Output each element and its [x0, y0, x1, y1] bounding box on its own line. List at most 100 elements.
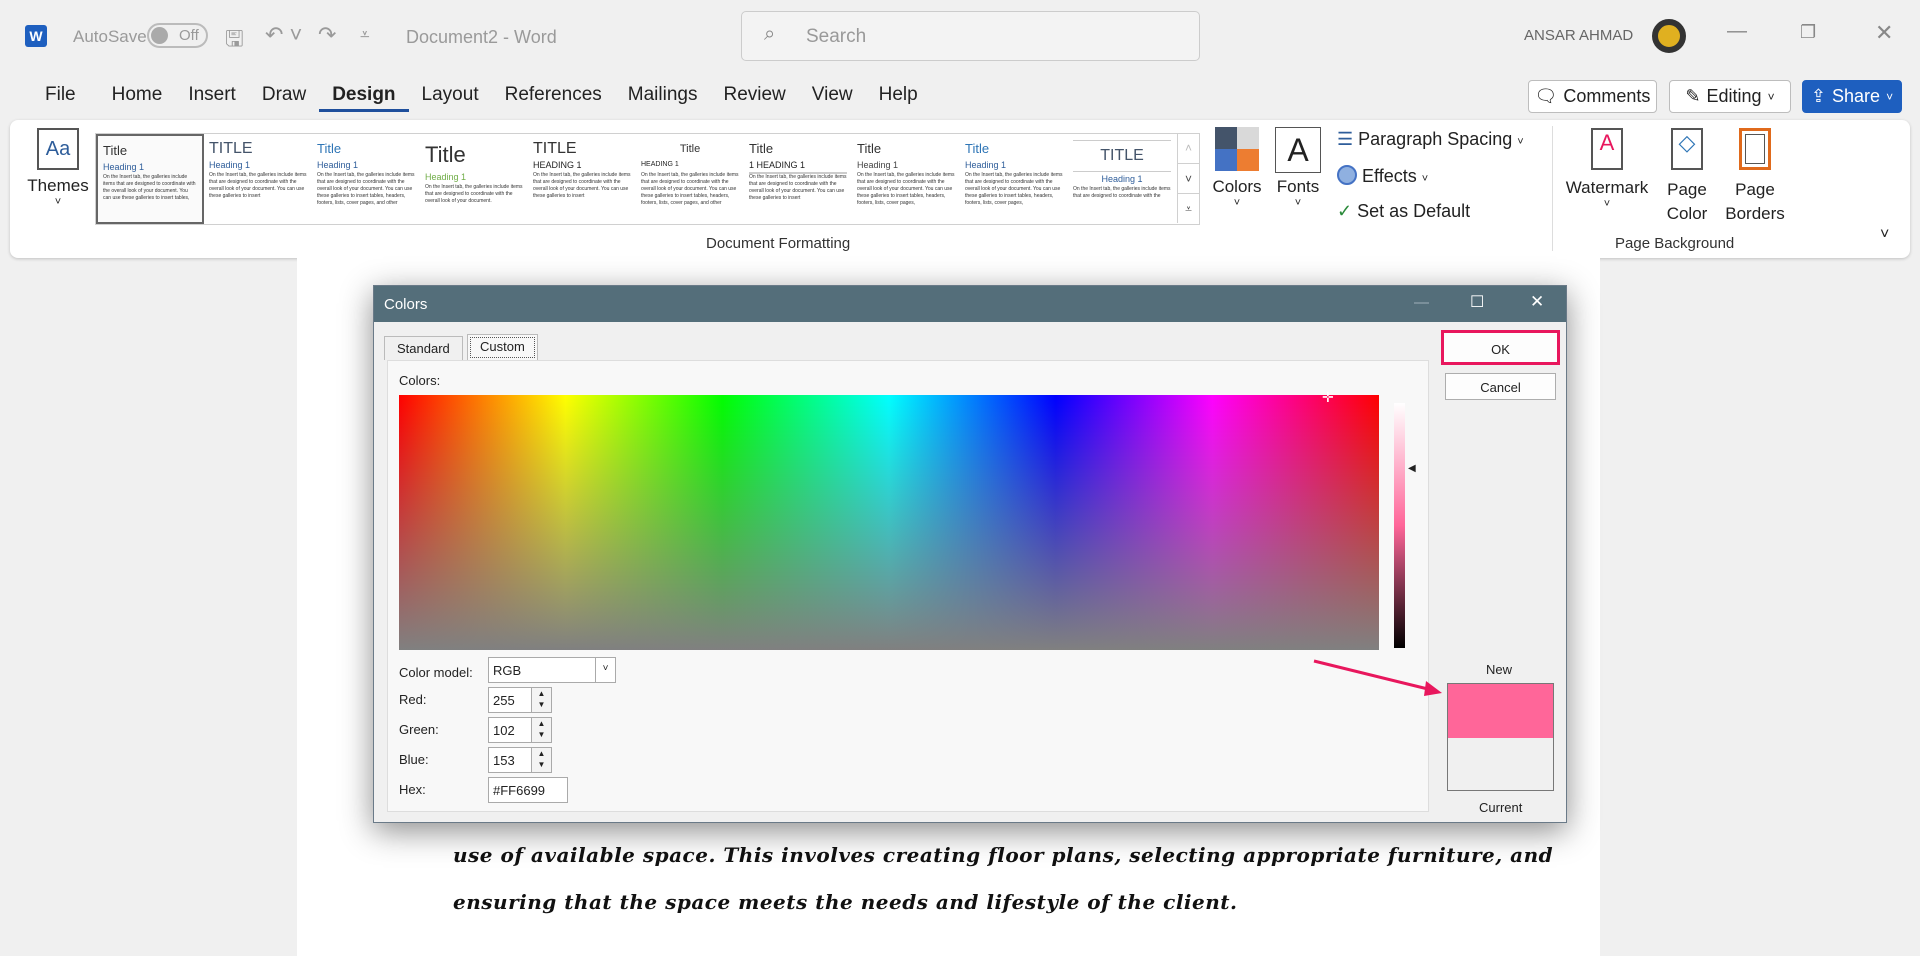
page-borders-button[interactable]: Page Borders	[1722, 128, 1788, 226]
dialog-close-icon[interactable]: ✕	[1530, 292, 1544, 312]
share-label: Share	[1832, 86, 1881, 106]
colors-label: Colors	[1212, 177, 1262, 196]
paragraph-spacing-button[interactable]: ☰ Paragraph Spacing ˅	[1337, 129, 1524, 150]
chevron-down-icon: ˅	[1603, 198, 1611, 210]
dialog-minimize-icon[interactable]: —	[1414, 294, 1429, 311]
check-circle-icon: ✓	[1337, 201, 1353, 221]
hex-label: Hex:	[399, 782, 426, 797]
share-button[interactable]: ⇪ Share ˅	[1802, 80, 1902, 113]
style-set-item[interactable]: Title Heading 1 On the Insert tab, the gal…	[312, 134, 420, 224]
spin-arrows-icon[interactable]: ▲ ▼	[531, 748, 551, 772]
customize-toolbar-icon[interactable]: ⩡	[360, 25, 370, 45]
color-model-value: RGB	[493, 663, 522, 678]
style-set-item[interactable]: Title HEADING 1 On the Insert tab, the gal…	[636, 134, 744, 224]
autosave-toggle[interactable]: Off	[147, 23, 208, 48]
spin-arrows-icon[interactable]: ▲ ▼	[531, 688, 551, 712]
user-name[interactable]: ANSAR AHMAD	[1524, 27, 1633, 44]
fonts-button[interactable]: A Fonts ˅	[1272, 127, 1324, 227]
effects-button[interactable]: Effects ˅	[1337, 165, 1428, 187]
tab-references[interactable]: References	[492, 84, 615, 112]
colors-button[interactable]: Colors ˅	[1212, 127, 1262, 227]
group-divider	[1552, 126, 1553, 251]
tab-view[interactable]: View	[799, 84, 866, 112]
red-spinner[interactable]: 255 ▲ ▼	[488, 687, 552, 713]
tab-insert[interactable]: Insert	[175, 84, 249, 112]
effects-label: Effects	[1362, 166, 1417, 186]
watermark-button[interactable]: A Watermark ˅	[1562, 128, 1652, 210]
close-icon[interactable]: ✕	[1875, 20, 1893, 46]
tab-layout[interactable]: Layout	[409, 84, 492, 112]
style-set-item[interactable]: TITLE HEADING 1 On the Insert tab, the gal…	[528, 134, 636, 224]
tab-design[interactable]: Design	[319, 84, 409, 112]
autosave-label: AutoSave	[73, 27, 147, 46]
tab-mailings[interactable]: Mailings	[615, 84, 711, 112]
comment-icon: 🗨	[1534, 86, 1558, 106]
style-set-item[interactable]: TITLE Heading 1 On the Insert tab, the gal…	[1068, 134, 1176, 224]
green-value: 102	[493, 723, 515, 738]
tab-help[interactable]: Help	[866, 84, 931, 112]
gallery-scroll-down[interactable]: ˅	[1177, 163, 1199, 193]
color-model-select[interactable]: RGB ˅	[488, 657, 616, 683]
style-set-item[interactable]: Title Heading 1 On the Insert tab, the gal…	[960, 134, 1068, 224]
new-label: New	[1486, 662, 1513, 677]
style-set-item[interactable]: Title Heading 1 On the Insert tab, the gal…	[852, 134, 960, 224]
new-color-swatch	[1448, 684, 1553, 738]
hex-value: #FF6699	[493, 783, 546, 798]
minimize-icon[interactable]: —	[1727, 20, 1747, 43]
avatar[interactable]	[1652, 19, 1686, 53]
gallery-more-button[interactable]: ⩡	[1177, 193, 1199, 223]
luminance-arrow-icon[interactable]: ◀	[1408, 463, 1416, 474]
restore-icon[interactable]: ❐	[1800, 22, 1816, 43]
hex-input[interactable]: #FF6699	[488, 777, 568, 803]
spin-arrows-icon[interactable]: ▲ ▼	[531, 718, 551, 742]
editing-button[interactable]: ✎ Editing ˅	[1669, 80, 1791, 113]
color-preview	[1447, 683, 1554, 791]
blue-value: 153	[493, 753, 515, 768]
tab-review[interactable]: Review	[710, 84, 798, 112]
red-label: Red:	[399, 692, 427, 707]
paragraph-spacing-icon: ☰	[1337, 129, 1354, 149]
effects-icon	[1337, 165, 1357, 185]
crosshair-icon[interactable]: ✛	[1322, 389, 1334, 406]
pencil-icon: ✎	[1685, 86, 1701, 106]
style-set-item[interactable]: TITLE Heading 1 On the Insert tab, the gal…	[204, 134, 312, 224]
gallery-scroll-up[interactable]: ˄	[1177, 133, 1199, 163]
page-color-label: Page Color	[1666, 180, 1708, 223]
search-icon: ⌕	[764, 23, 776, 45]
ribbon-tabs: File Home Insert Draw Design Layout Refe…	[32, 84, 931, 112]
page-borders-icon	[1739, 128, 1771, 170]
search-input[interactable]: ⌕ Search	[741, 11, 1200, 61]
set-as-default-button[interactable]: ✓ Set as Default	[1337, 201, 1470, 222]
watermark-label: Watermark	[1565, 178, 1649, 197]
style-set-item[interactable]: Title Heading 1 On the Insert tab, the gal…	[420, 134, 528, 224]
cancel-button[interactable]: Cancel	[1445, 373, 1556, 400]
themes-button[interactable]: Aa Themes ˅	[25, 128, 91, 223]
dialog-maximize-icon[interactable]: ☐	[1470, 292, 1484, 312]
color-spectrum[interactable]: ✛	[399, 389, 1379, 650]
tab-draw[interactable]: Draw	[249, 84, 319, 112]
red-value: 255	[493, 693, 515, 708]
luminance-slider[interactable]	[1394, 403, 1405, 648]
undo-icon[interactable]: ↶ ˅	[265, 22, 302, 48]
tab-standard[interactable]: Standard	[384, 336, 463, 360]
watermark-icon: A	[1591, 128, 1623, 170]
save-icon[interactable]: 🖫	[225, 22, 244, 60]
tab-custom[interactable]: Custom	[467, 334, 538, 361]
tab-home[interactable]: Home	[99, 84, 176, 112]
style-set-item[interactable]: Title Heading 1 On the Insert tab, the gal…	[96, 134, 204, 224]
style-set-item[interactable]: Title 1 HEADING 1 On the Insert tab, the g…	[744, 134, 852, 224]
ok-button[interactable]: OK	[1441, 330, 1560, 365]
themes-label: Themes	[27, 176, 89, 195]
paragraph-spacing-label: Paragraph Spacing	[1358, 129, 1513, 149]
tab-file[interactable]: File	[32, 84, 89, 112]
blue-spinner[interactable]: 153 ▲ ▼	[488, 747, 552, 773]
redo-icon[interactable]: ↷	[318, 22, 336, 48]
set-default-label: Set as Default	[1357, 201, 1471, 221]
green-spinner[interactable]: 102 ▲ ▼	[488, 717, 552, 743]
chevron-down-icon: ˅	[595, 658, 615, 682]
collapse-ribbon-icon[interactable]: ˅	[1880, 226, 1889, 244]
comments-button[interactable]: 🗨 Comments	[1528, 80, 1657, 113]
dialog-titlebar[interactable]: Colors — ☐ ✕	[374, 286, 1566, 322]
page-color-button[interactable]: ◇ Page Color	[1654, 128, 1720, 226]
colors-label: Colors:	[399, 373, 441, 388]
